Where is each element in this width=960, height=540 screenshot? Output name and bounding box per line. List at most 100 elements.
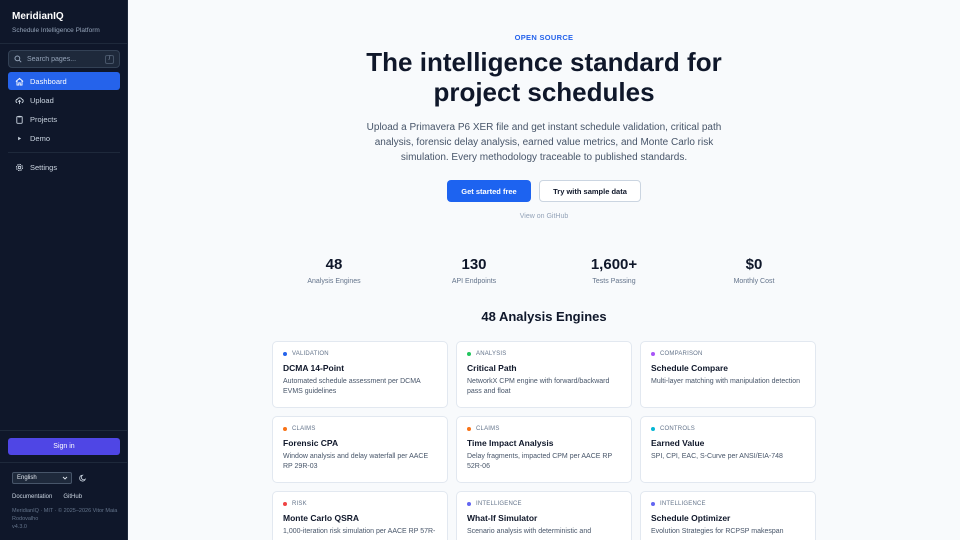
engine-card-title: What-If Simulator — [467, 513, 538, 523]
engine-card-description: Multi-layer matching with manipulation d… — [651, 378, 801, 385]
engine-card[interactable]: CONTROLS Earned Value SPI, CPI, EAC, S-Cur… — [640, 416, 816, 483]
category-dot-icon — [283, 352, 287, 356]
engine-card[interactable]: INTELLIGENCE Schedule Optimizer Evolution … — [640, 491, 816, 540]
gear-icon — [15, 163, 24, 172]
engine-card-tag: VALIDATION — [283, 351, 437, 357]
hero-description: Upload a Primavera P6 XER file and get i… — [366, 122, 722, 163]
main-content: OPEN SOURCE The intelligence standard fo… — [128, 0, 960, 540]
clipboard-icon — [15, 115, 24, 124]
engine-card-tag: COMPARISON — [651, 351, 805, 357]
sidebar-item-label: Settings — [30, 162, 58, 172]
engine-card[interactable]: CLAIMS Forensic CPA Window analysis and de… — [272, 416, 448, 483]
search-box[interactable]: / — [8, 50, 120, 68]
engine-card-tag: INTELLIGENCE — [467, 501, 621, 507]
stat-label: Analysis Engines — [307, 278, 361, 285]
language-select[interactable]: English — [12, 472, 72, 484]
category-dot-icon — [283, 502, 287, 506]
category-dot-icon — [651, 352, 655, 356]
sidebar-item-label: Demo — [30, 133, 51, 143]
engine-card-title: Earned Value — [651, 438, 705, 448]
engine-card-title: Monte Carlo QSRA — [283, 513, 360, 523]
chevron-down-icon — [62, 476, 68, 480]
signin-section: Sign in — [0, 430, 128, 463]
stat-label: Monthly Cost — [733, 278, 775, 285]
search-icon — [14, 55, 22, 63]
sidebar-item-label: Dashboard — [30, 76, 67, 86]
engine-card-category: CLAIMS — [476, 426, 500, 432]
footer-copyright: MeridianIQ · MIT · © 2025–2026 Vitor Mai… — [12, 507, 120, 531]
engine-card-title: Schedule Optimizer — [651, 513, 731, 523]
engine-card-title: DCMA 14-Point — [283, 363, 345, 373]
nav-divider — [8, 152, 120, 153]
stat-value: $0 — [745, 256, 763, 273]
engine-card-tag: INTELLIGENCE — [651, 501, 805, 507]
stat-value: 130 — [461, 256, 487, 273]
engines-section-title: 48 Analysis Engines — [481, 309, 607, 324]
stat-label: Tests Passing — [592, 278, 636, 285]
engine-cards-grid: VALIDATION DCMA 14-Point Automated schedul… — [272, 341, 816, 540]
github-link[interactable]: GitHub — [63, 494, 82, 500]
sidebar-item-demo[interactable]: Demo — [8, 129, 120, 147]
moon-icon[interactable] — [79, 474, 87, 482]
version-text: v4.3.0 — [12, 524, 27, 530]
sign-in-button[interactable]: Sign in — [8, 438, 120, 455]
engine-card-description: Evolution Strategies for RCPSP makespan — [651, 528, 784, 535]
sidebar-item-settings[interactable]: Settings — [8, 158, 120, 176]
engine-card-tag: ANALYSIS — [467, 351, 621, 357]
engine-card-category: CONTROLS — [660, 426, 695, 432]
engine-card-description: Automated schedule assessment per DCMA E… — [283, 378, 421, 395]
sidebar: MeridianIQ Schedule Intelligence Platfor… — [0, 0, 128, 540]
search-shortcut-key: / — [105, 54, 114, 64]
language-value: English — [17, 475, 37, 481]
stat-value: 48 — [325, 256, 343, 273]
engine-card[interactable]: ANALYSIS Critical Path NetworkX CPM engine… — [456, 341, 632, 408]
sidebar-item-upload[interactable]: Upload — [8, 91, 120, 109]
engine-card-description: 1,000-iteration risk simulation per AACE… — [283, 528, 436, 535]
engine-card-tag: RISK — [283, 501, 437, 507]
brand: MeridianIQ Schedule Intelligence Platfor… — [0, 0, 127, 44]
documentation-link[interactable]: Documentation — [12, 494, 52, 500]
sidebar-item-label: Upload — [30, 95, 54, 105]
stat-label: API Endpoints — [451, 278, 497, 285]
sidebar-item-projects[interactable]: Projects — [8, 110, 120, 128]
brand-title[interactable]: MeridianIQ — [12, 11, 115, 22]
stat-tests-passing: 1,600+ Tests Passing — [544, 256, 684, 285]
view-on-github-link: View on GitHub — [128, 213, 960, 220]
category-dot-icon — [651, 427, 655, 431]
get-started-button[interactable]: Get started free — [447, 180, 531, 202]
hero-eyebrow: OPEN SOURCE — [514, 33, 574, 42]
search-input[interactable] — [27, 55, 105, 63]
engine-card[interactable]: CLAIMS Time Impact Analysis Delay fragment… — [456, 416, 632, 483]
engine-card[interactable]: COMPARISON Schedule Compare Multi-layer ma… — [640, 341, 816, 408]
engine-card-tag: CLAIMS — [283, 426, 437, 432]
home-icon — [15, 77, 24, 86]
engine-card-description: NetworkX CPM engine with forward/backwar… — [467, 378, 610, 395]
engine-card-description: Window analysis and delay waterfall per … — [283, 453, 429, 470]
engine-card-category: COMPARISON — [660, 351, 703, 357]
try-sample-data-button[interactable]: Try with sample data — [539, 180, 641, 202]
stat-monthly-cost: $0 Monthly Cost — [684, 256, 824, 285]
engine-card[interactable]: VALIDATION DCMA 14-Point Automated schedul… — [272, 341, 448, 408]
stat-api-endpoints: 130 API Endpoints — [404, 256, 544, 285]
sidebar-item-dashboard[interactable]: Dashboard — [8, 72, 120, 90]
engine-card-category: VALIDATION — [292, 351, 329, 357]
stats-row: 48 Analysis Engines 130 API Endpoints 1,… — [264, 256, 824, 285]
engine-card-description: SPI, CPI, EAC, S-Curve per ANSI/EIA-748 — [651, 453, 783, 460]
footer-links: Documentation GitHub — [12, 494, 82, 500]
engine-card[interactable]: RISK Monte Carlo QSRA 1,000-iteration risk… — [272, 491, 448, 540]
engine-card[interactable]: INTELLIGENCE What-If Simulator Scenario an… — [456, 491, 632, 540]
engine-card-category: INTELLIGENCE — [660, 501, 706, 507]
view-on-github-text[interactable]: View on GitHub — [520, 213, 569, 220]
hero-title: The intelligence standard for project sc… — [366, 47, 722, 107]
engine-card-title: Time Impact Analysis — [467, 438, 554, 448]
engine-card-description: Scenario analysis with deterministic and — [467, 528, 592, 535]
category-dot-icon — [467, 502, 471, 506]
play-icon — [15, 134, 24, 143]
engine-card-category: ANALYSIS — [476, 351, 507, 357]
engine-card-tag: CLAIMS — [467, 426, 621, 432]
engine-card-category: CLAIMS — [292, 426, 316, 432]
engine-card-title: Schedule Compare — [651, 363, 728, 373]
engine-card-description: Delay fragments, impacted CPM per AACE R… — [467, 453, 612, 470]
stat-analysis-engines: 48 Analysis Engines — [264, 256, 404, 285]
engine-card-category: INTELLIGENCE — [476, 501, 522, 507]
